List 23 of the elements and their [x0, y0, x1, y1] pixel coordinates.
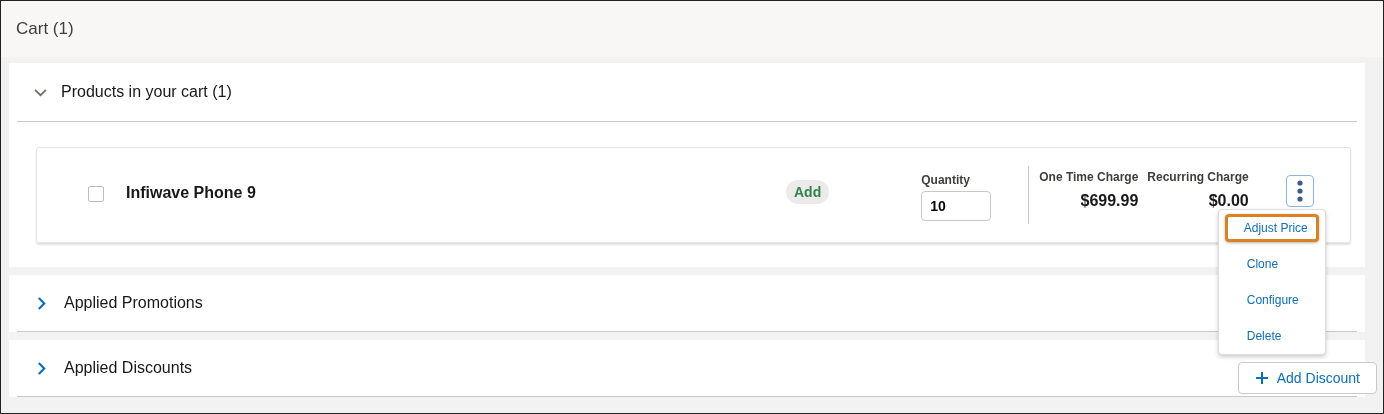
- menu-item[interactable]: Configure: [1224, 286, 1319, 314]
- section-title[interactable]: Products in your cart (1): [61, 83, 232, 101]
- more-actions-button[interactable]: [1285, 175, 1314, 207]
- quantity-label: Quantity: [921, 173, 971, 187]
- menu-item[interactable]: Delete: [1224, 322, 1319, 350]
- chevron-right-icon[interactable]: [35, 296, 48, 310]
- chevron-right-icon[interactable]: [35, 361, 48, 375]
- quantity-field[interactable]: 10: [921, 191, 992, 221]
- plus-icon: [1254, 371, 1269, 385]
- vertical-dots-icon: [1296, 180, 1303, 202]
- charge-value: $699.99: [1080, 192, 1139, 210]
- charge-value: $0.00: [1208, 192, 1249, 210]
- menu-item[interactable]: Clone: [1224, 250, 1319, 278]
- add-discount-button[interactable]: Add Discount: [1237, 362, 1377, 394]
- action-badge: Add: [786, 180, 830, 204]
- section-title[interactable]: Applied Promotions: [64, 294, 203, 312]
- menu-item[interactable]: Adjust Price: [1224, 214, 1319, 242]
- charge-label: One Time Charge: [1039, 170, 1139, 184]
- product-name: Infiwave Phone 9: [126, 184, 257, 202]
- section-title[interactable]: Applied Discounts: [64, 359, 193, 377]
- charge-label: Recurring Charge: [1147, 170, 1249, 184]
- checkbox[interactable]: [88, 186, 104, 202]
- cart-title: Cart (1): [16, 19, 74, 39]
